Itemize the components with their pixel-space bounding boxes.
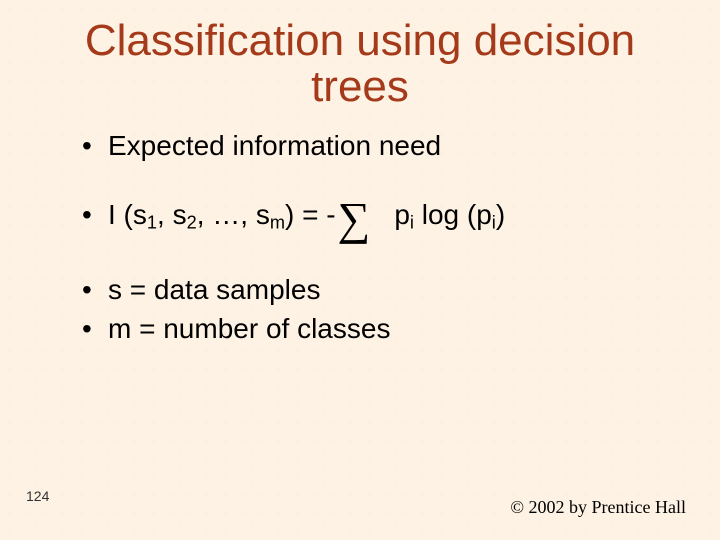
- page-number: 124: [26, 488, 49, 504]
- formula-rhs3: ): [496, 199, 505, 230]
- slide: Classification using decision trees Expe…: [0, 0, 720, 540]
- bullet-m-def: m = number of classes: [88, 311, 680, 346]
- bullet-text: m = number of classes: [108, 313, 390, 344]
- bullet-expected-info: Expected information need: [88, 128, 680, 163]
- bullet-list: Expected information need I (s1, s2, …, …: [40, 128, 680, 380]
- formula-sep2: , …, s: [197, 199, 270, 230]
- formula-mid: ) = -: [285, 199, 336, 230]
- copyright: © 2002 by Prentice Hall: [510, 497, 686, 518]
- bullet-s-def: s = data samples: [88, 272, 680, 307]
- bullet-formula: I (s1, s2, …, sm) = -∑pi log (pi): [88, 197, 680, 238]
- slide-title: Classification using decision trees: [40, 18, 680, 110]
- sigma-icon: ∑: [338, 201, 371, 238]
- bullet-text: Expected information need: [108, 130, 441, 161]
- formula-prefix: I (s: [108, 199, 147, 230]
- formula-rhs2: log (p: [414, 199, 492, 230]
- bullet-text: s = data samples: [108, 274, 320, 305]
- formula-sub2: 2: [187, 213, 197, 233]
- formula-sub3: m: [270, 213, 285, 233]
- formula-rhs1: p: [394, 199, 410, 230]
- formula-sep1: , s: [157, 199, 187, 230]
- formula-sub1: 1: [147, 213, 157, 233]
